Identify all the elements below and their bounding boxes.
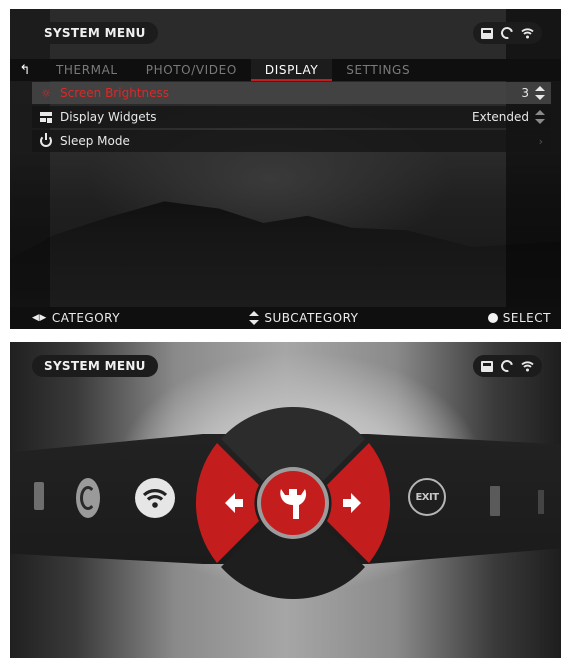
tab-photo-video[interactable]: PHOTO/VIDEO (132, 59, 251, 81)
compass-carousel-icon[interactable] (76, 478, 100, 518)
menu-row-display-widgets[interactable]: Display Widgets Extended (32, 106, 551, 128)
left-right-icon: ◀▶ (32, 313, 47, 323)
wifi-icon (142, 489, 168, 508)
compass-icon (498, 357, 516, 375)
left-vignette (10, 9, 50, 329)
compass-icon (498, 24, 516, 42)
status-icons (473, 355, 542, 377)
right-vignette (506, 9, 561, 329)
back-arrow-icon[interactable]: ↰ (10, 63, 40, 78)
sun-icon: ☼ (41, 86, 51, 100)
up-down-icon[interactable] (535, 110, 545, 124)
subcategory-hint-label: SUBCATEGORY (264, 311, 359, 325)
system-menu-title: SYSTEM MENU (32, 22, 158, 44)
wifi-carousel-icon[interactable] (135, 478, 175, 518)
tab-settings[interactable]: SETTINGS (332, 59, 424, 81)
system-menu-title: SYSTEM MENU (32, 355, 158, 377)
row-value: Extended (472, 110, 529, 124)
category-hint-label: CATEGORY (51, 311, 121, 325)
sd-card-icon (481, 27, 493, 39)
system-wheel[interactable] (195, 405, 391, 601)
battery-icon[interactable] (34, 482, 44, 510)
tab-display[interactable]: DISPLAY (250, 59, 333, 81)
brush-icon[interactable] (490, 486, 500, 516)
bottom-hint-bar: ◀▶ CATEGORY SUBCATEGORY SELECT (10, 307, 561, 329)
wifi-icon (521, 28, 534, 39)
category-hint: ◀▶ CATEGORY (32, 311, 120, 325)
system-wheel-screen: SYSTEM MENU EXIT (10, 342, 561, 658)
power-icon (40, 133, 52, 147)
wifi-icon (521, 361, 534, 372)
menu-row-screen-brightness[interactable]: ☼ Screen Brightness 3 (32, 82, 551, 104)
select-dot-icon (487, 313, 498, 323)
up-down-icon[interactable] (535, 86, 545, 100)
row-label: Display Widgets (60, 110, 157, 124)
row-label: Sleep Mode (60, 134, 130, 148)
subcategory-hint: SUBCATEGORY (249, 311, 358, 325)
widget-icon (40, 111, 52, 123)
display-menu-screen: SYSTEM MENU ↰ THERMAL PHOTO/VIDEO DISPLA… (10, 9, 561, 329)
status-icons (473, 22, 542, 44)
tab-thermal[interactable]: THERMAL (42, 59, 132, 81)
sd-card-icon (481, 360, 493, 372)
row-value: 3 (521, 86, 529, 100)
chevron-right-icon: › (538, 134, 543, 148)
select-hint: SELECT (487, 311, 551, 325)
menu-row-sleep-mode[interactable]: Sleep Mode › (32, 130, 551, 152)
select-hint-label: SELECT (502, 311, 551, 325)
up-down-icon (249, 311, 260, 325)
exit-icon[interactable]: EXIT (408, 478, 446, 516)
category-tabs: ↰ THERMAL PHOTO/VIDEO DISPLAY SETTINGS (10, 59, 561, 81)
row-label: Screen Brightness (60, 86, 169, 100)
flag-icon[interactable] (538, 490, 544, 514)
